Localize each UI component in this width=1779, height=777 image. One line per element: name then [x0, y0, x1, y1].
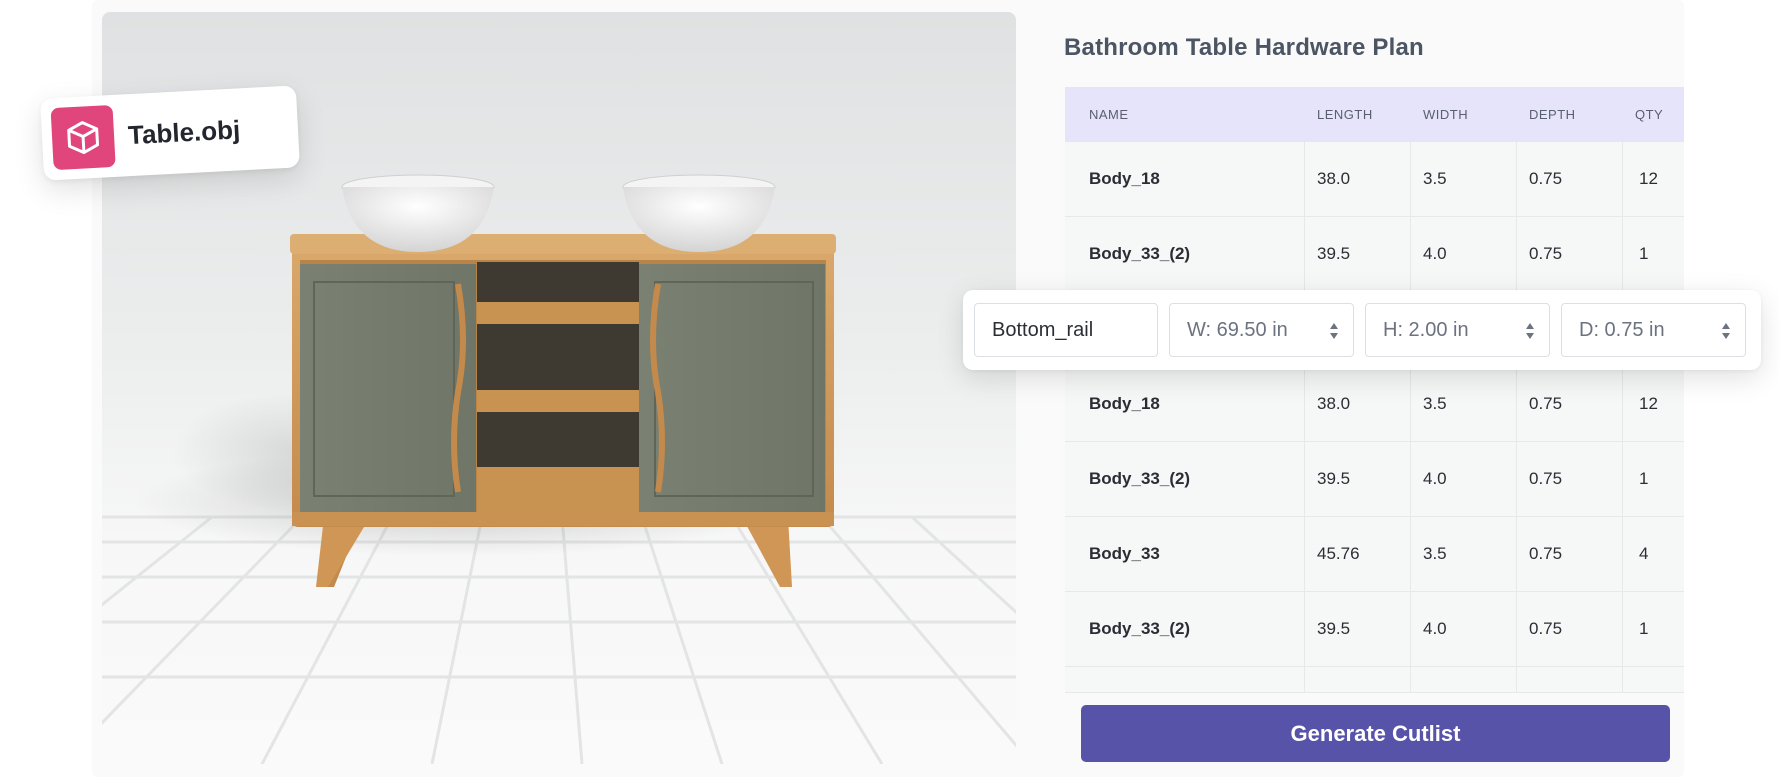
cell-depth	[1517, 667, 1623, 692]
cell-length: 39.5	[1305, 217, 1411, 291]
file-badge: Table.obj	[40, 85, 300, 181]
table-row[interactable]: Body_33_(2) 39.5 4.0 0.75 1	[1065, 592, 1684, 667]
cube-icon	[50, 104, 116, 171]
width-value: W: 69.50 in	[1187, 318, 1288, 341]
cell-qty: 1	[1639, 619, 1649, 638]
cell-qty: 1	[1639, 469, 1649, 488]
column-header-name[interactable]: NAME	[1065, 107, 1305, 122]
table-row[interactable]: Body_33_(2) 39.5 4.0 0.75 1	[1065, 442, 1684, 517]
cell-qty: 12	[1639, 169, 1658, 188]
stepper-arrows-icon[interactable]	[1721, 321, 1731, 341]
cell-qty: 1	[1639, 244, 1649, 263]
cell-length: 39.5	[1305, 592, 1411, 666]
stepper-arrows-icon[interactable]	[1329, 321, 1339, 341]
cell-name: Body_18	[1065, 142, 1305, 216]
cell-width: 4.0	[1411, 217, 1517, 291]
cell-depth: 0.75	[1517, 592, 1623, 666]
cell-length: 39.5	[1305, 442, 1411, 516]
table-header: NAME LENGTH WIDTH DEPTH QTY	[1065, 87, 1684, 142]
table-row[interactable]: Body_18 38.0 3.5 0.75 12	[1065, 142, 1684, 217]
width-stepper[interactable]: W: 69.50 in	[1169, 303, 1354, 357]
parts-table: NAME LENGTH WIDTH DEPTH QTY Body_18 38.0…	[1065, 87, 1684, 693]
stepper-arrows-icon[interactable]	[1525, 321, 1535, 341]
part-editor: Bottom_rail W: 69.50 in H: 2.00 in D: 0.…	[963, 290, 1761, 370]
file-name: Table.obj	[127, 113, 241, 150]
cell-width: 3.5	[1411, 517, 1517, 591]
cell-length: 38.0	[1305, 142, 1411, 216]
cell-depth: 0.75	[1517, 442, 1623, 516]
column-header-length[interactable]: LENGTH	[1305, 107, 1411, 122]
column-header-depth[interactable]: DEPTH	[1517, 107, 1623, 122]
cell-width: 3.5	[1411, 142, 1517, 216]
cell-name: Body_33_(2)	[1065, 442, 1305, 516]
panel-title: Bathroom Table Hardware Plan	[1064, 34, 1424, 61]
cell-depth: 0.75	[1517, 142, 1623, 216]
part-name-field[interactable]: Bottom_rail	[974, 303, 1158, 357]
cell-qty	[1623, 667, 1684, 692]
cell-width: 3.5	[1411, 367, 1517, 441]
cell-name: Body_33_(2)	[1065, 592, 1305, 666]
height-stepper[interactable]: H: 2.00 in	[1365, 303, 1550, 357]
table-row[interactable]	[1065, 667, 1684, 693]
cell-length: 45.76	[1305, 517, 1411, 591]
cell-length	[1305, 667, 1411, 692]
depth-stepper[interactable]: D: 0.75 in	[1561, 303, 1746, 357]
cell-depth: 0.75	[1517, 217, 1623, 291]
cell-width	[1411, 667, 1517, 692]
column-header-qty[interactable]: QTY	[1623, 107, 1684, 122]
cell-depth: 0.75	[1517, 367, 1623, 441]
cell-width: 4.0	[1411, 592, 1517, 666]
cell-qty: 12	[1639, 394, 1658, 413]
table-row[interactable]: Body_33_(2) 39.5 4.0 0.75 1	[1065, 217, 1684, 292]
cell-name: Body_33_(2)	[1065, 217, 1305, 291]
column-header-width[interactable]: WIDTH	[1411, 107, 1517, 122]
generate-cutlist-button[interactable]: Generate Cutlist	[1081, 705, 1670, 762]
cell-name: Body_33	[1065, 517, 1305, 591]
table-row[interactable]: Body_33 45.76 3.5 0.75 4	[1065, 517, 1684, 592]
cell-depth: 0.75	[1517, 517, 1623, 591]
table-row[interactable]: Body_18 38.0 3.5 0.75 12	[1065, 367, 1684, 442]
cell-name: Body_18	[1065, 367, 1305, 441]
height-value: H: 2.00 in	[1383, 318, 1469, 341]
cell-qty: 4	[1639, 544, 1649, 563]
depth-value: D: 0.75 in	[1579, 318, 1665, 341]
cell-width: 4.0	[1411, 442, 1517, 516]
cell-length: 38.0	[1305, 367, 1411, 441]
cell-name	[1065, 667, 1305, 692]
hardware-plan-panel: Bathroom Table Hardware Plan NAME LENGTH…	[1046, 12, 1684, 777]
